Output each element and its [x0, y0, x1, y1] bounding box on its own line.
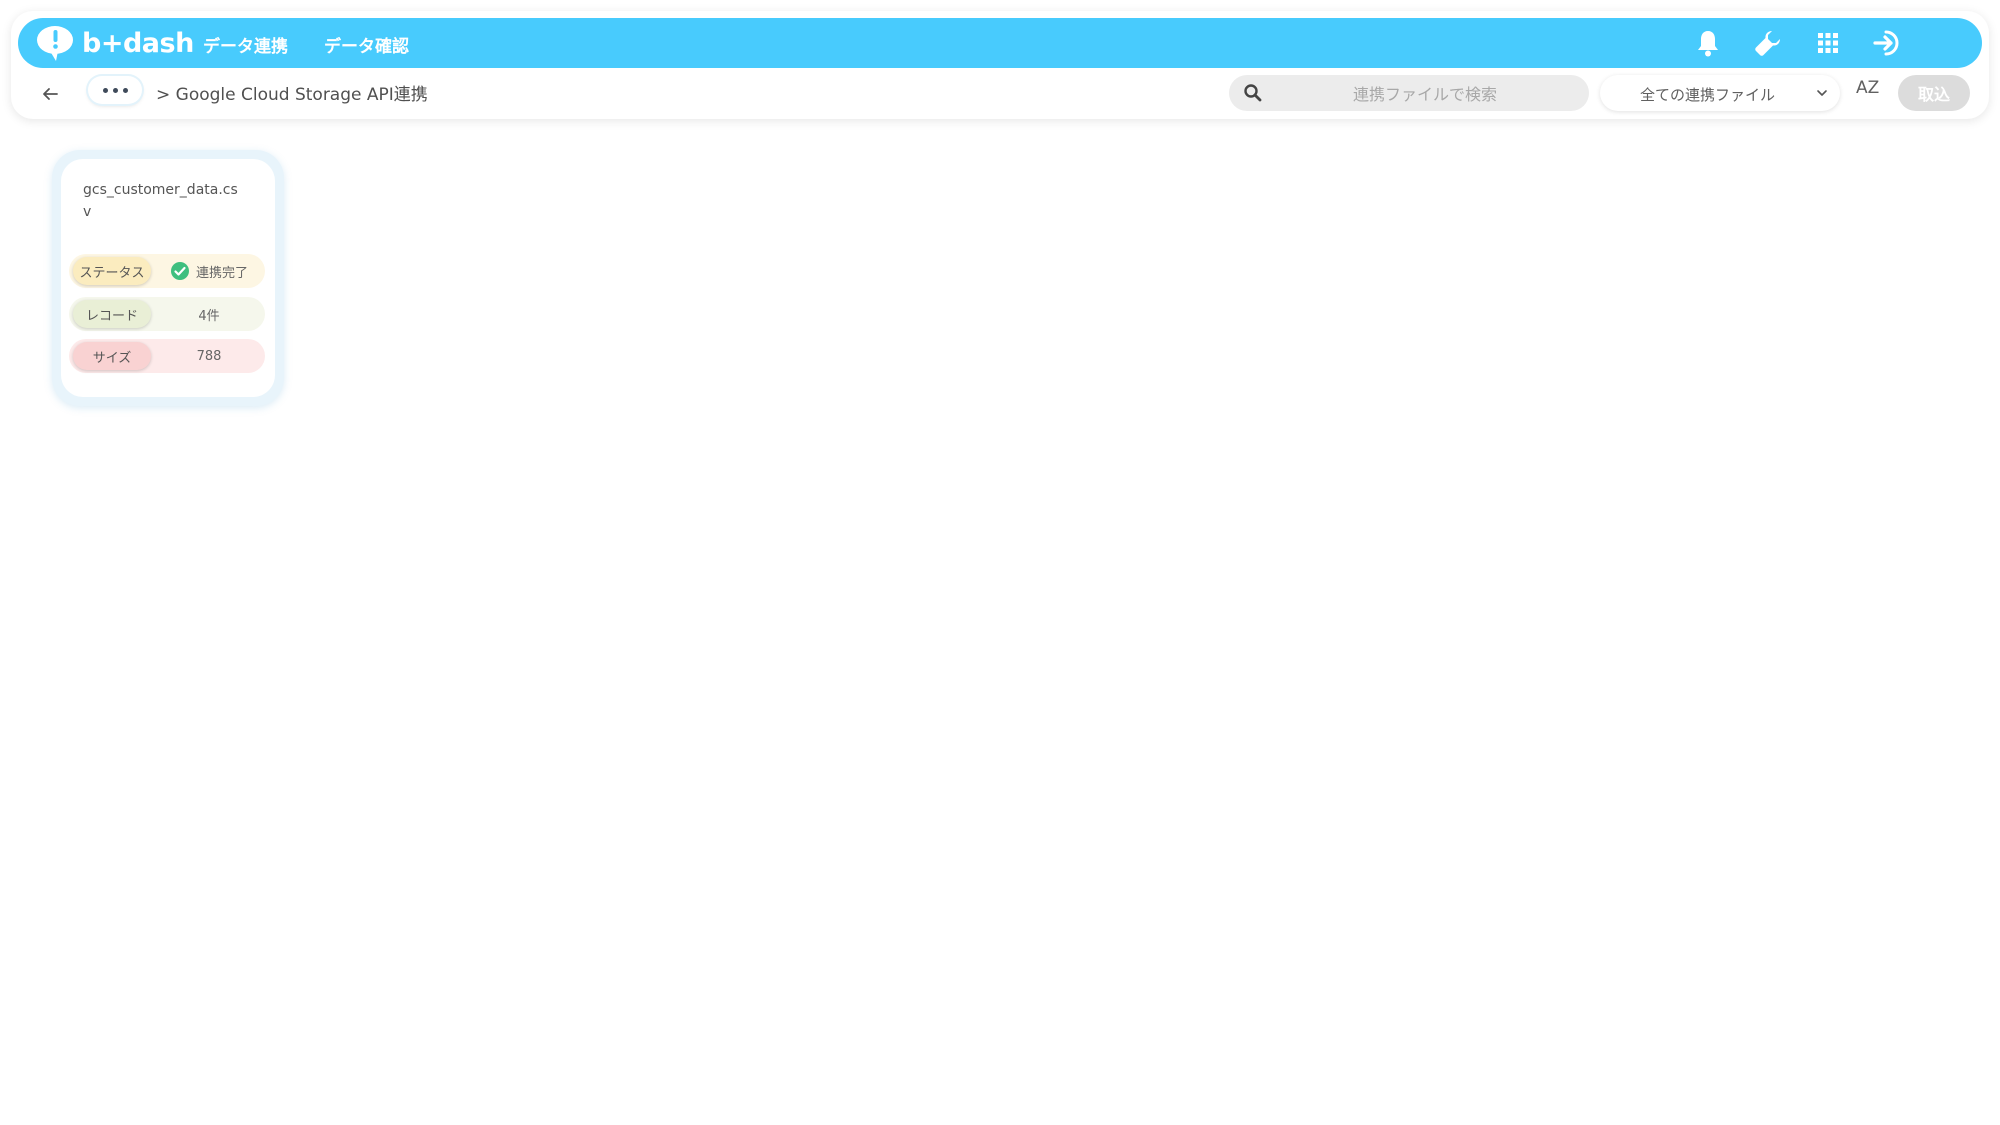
breadcrumb-more-button[interactable]	[88, 76, 142, 104]
record-row: レコード 4件	[69, 297, 265, 331]
sort-az-button[interactable]: AZ	[1856, 78, 1886, 108]
sub-toolbar: > Google Cloud Storage API連携 全ての連携ファイル A…	[18, 72, 1982, 116]
dot-icon	[112, 87, 118, 93]
search-input[interactable]	[1273, 75, 1577, 113]
search-icon	[1244, 84, 1262, 102]
size-label: サイズ	[73, 342, 151, 370]
nav-data-confirmation[interactable]: データ確認	[324, 32, 409, 57]
search-box	[1229, 75, 1589, 113]
filter-selected-value: 全ての連携ファイル	[1640, 86, 1776, 104]
bell-icon[interactable]	[1692, 27, 1724, 59]
status-value: 連携完了	[157, 254, 261, 288]
wrench-icon[interactable]	[1752, 27, 1784, 59]
size-value: 788	[196, 348, 222, 364]
logout-icon[interactable]	[1872, 27, 1904, 59]
check-circle-icon	[170, 262, 189, 280]
breadcrumb-current: > Google Cloud Storage API連携	[156, 85, 428, 105]
file-name: gcs_customer_data.csv	[83, 182, 238, 220]
top-navigation-bar: b+dash データ連携 データ確認	[18, 18, 1982, 68]
status-label: ステータス	[73, 257, 151, 285]
record-label: レコード	[73, 300, 151, 328]
status-row: ステータス 連携完了	[69, 254, 265, 288]
nav-data-integration[interactable]: データ連携	[203, 32, 288, 57]
dot-icon	[122, 87, 128, 93]
import-button[interactable]: 取込	[1898, 75, 1970, 111]
app-logo[interactable]: b+dash	[36, 24, 194, 62]
logo-bubble-icon	[37, 26, 73, 61]
record-value: 4件	[198, 308, 220, 324]
chevron-down-icon	[1817, 90, 1827, 96]
logo-text: b+dash	[82, 27, 194, 59]
dot-icon	[102, 87, 108, 93]
size-row: サイズ 788	[69, 339, 265, 373]
grid-icon[interactable]	[1812, 27, 1844, 59]
status-text: 連携完了	[195, 265, 248, 281]
back-arrow-icon[interactable]	[38, 82, 62, 106]
file-filter-select[interactable]: 全ての連携ファイル	[1600, 75, 1840, 111]
